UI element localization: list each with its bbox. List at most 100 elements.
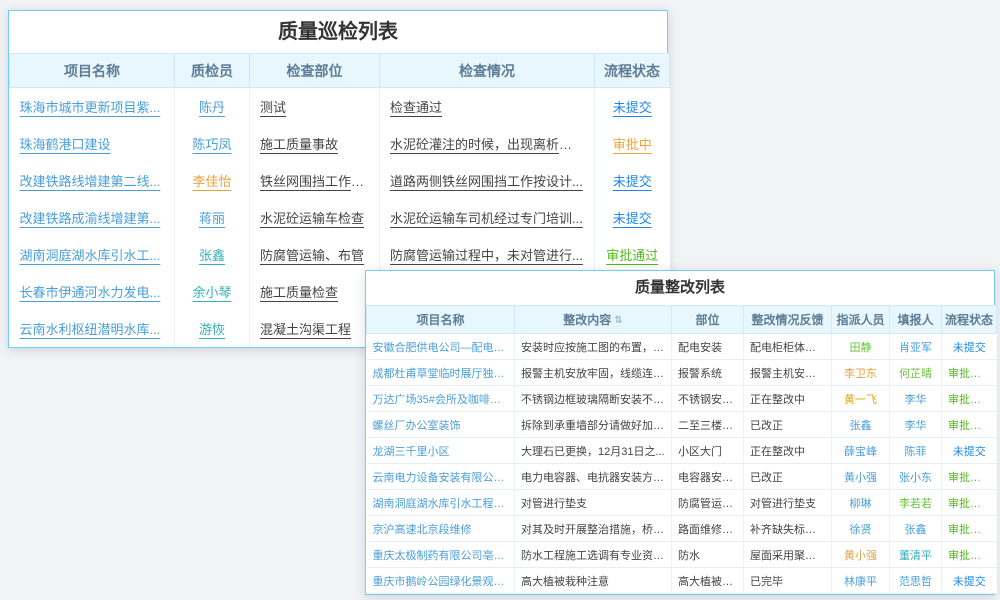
cell-part: 配电安装 bbox=[672, 334, 744, 360]
column-label: 整改情况反馈 bbox=[751, 313, 823, 327]
inspection-header-row: 项目名称质检员检查部位检查情况流程状态 bbox=[10, 54, 670, 88]
column-label: 项目名称 bbox=[64, 63, 120, 79]
cell-project[interactable]: 湖南洞庭湖水库引水工... bbox=[10, 236, 175, 273]
cell-status: 未提交 bbox=[942, 438, 997, 464]
cell-reporter[interactable]: 张小东 bbox=[890, 464, 942, 490]
table-row[interactable]: 重庆市鹅岭公园绿化景观提升...高大植被栽种注意高大植被栽种已完毕林康平范思哲未… bbox=[367, 568, 997, 594]
cell-inspector[interactable]: 张鑫 bbox=[175, 236, 250, 273]
cell-project[interactable]: 珠海鹤港口建设 bbox=[10, 125, 175, 162]
sort-icon[interactable]: ⇅ bbox=[614, 315, 622, 326]
table-row[interactable]: 龙湖三千里小区大理石已更换，12月31日之...小区大门正在整改中薛宝峰陈菲未提… bbox=[367, 438, 997, 464]
cell-reporter[interactable]: 李若若 bbox=[890, 490, 942, 516]
column-header-assignee: 指派人员 bbox=[832, 306, 890, 334]
cell-project[interactable]: 改建铁路成渝线增建第... bbox=[10, 199, 175, 236]
cell-project[interactable]: 螺丝厂办公室装饰 bbox=[367, 412, 515, 438]
column-header-content[interactable]: 整改内容⇅ bbox=[515, 306, 672, 334]
page: { "icons": { "sort": "⇅" }, "status_colo… bbox=[0, 0, 1000, 600]
cell-project[interactable]: 安徽合肥供电公司—配电设备... bbox=[367, 334, 515, 360]
column-label: 流程状态 bbox=[945, 313, 993, 327]
rectification-table-title: 质量整改列表 bbox=[366, 271, 994, 305]
cell-assignee[interactable]: 黄小强 bbox=[832, 464, 890, 490]
cell-inspector[interactable]: 游恢 bbox=[175, 310, 250, 347]
table-row[interactable]: 改建铁路线增建第二线...李佳怡铁丝网围挡工作检查道路两侧铁丝网围挡工作按设计.… bbox=[10, 162, 670, 199]
cell-reporter[interactable]: 董清平 bbox=[890, 542, 942, 568]
cell-assignee[interactable]: 徐贤 bbox=[832, 516, 890, 542]
cell-assignee[interactable]: 张鑫 bbox=[832, 412, 890, 438]
cell-status: 审批通过 bbox=[942, 412, 997, 438]
cell-reporter[interactable]: 范思哲 bbox=[890, 568, 942, 594]
cell-feedback: 配电柜柜体与... bbox=[744, 334, 832, 360]
column-header-feedback: 整改情况反馈 bbox=[744, 306, 832, 334]
cell-reporter[interactable]: 何芷晴 bbox=[890, 360, 942, 386]
cell-assignee[interactable]: 黄小强 bbox=[832, 542, 890, 568]
cell-assignee[interactable]: 林康平 bbox=[832, 568, 890, 594]
table-row[interactable]: 珠海鹤港口建设陈巧凤施工质量事故水泥砼灌注的时候，出现离析现象审批中 bbox=[10, 125, 670, 162]
table-row[interactable]: 改建铁路成渝线增建第...蒋丽水泥砼运输车检查水泥砼运输车司机经过专门培训...… bbox=[10, 199, 670, 236]
cell-project[interactable]: 长春市伊通河水力发电... bbox=[10, 273, 175, 310]
cell-project[interactable]: 龙湖三千里小区 bbox=[367, 438, 515, 464]
cell-status: 审批通过 bbox=[942, 516, 997, 542]
column-header-status: 流程状态 bbox=[942, 306, 997, 334]
cell-project[interactable]: 万达广场35#会所及咖啡厅空... bbox=[367, 386, 515, 412]
cell-situation: 水泥砼灌注的时候，出现离析现象 bbox=[380, 125, 595, 162]
cell-status: 未提交 bbox=[942, 568, 997, 594]
cell-status: 审批通过 bbox=[942, 386, 997, 412]
cell-feedback: 对管进行垫支 bbox=[744, 490, 832, 516]
cell-reporter[interactable]: 肖亚军 bbox=[890, 334, 942, 360]
table-row[interactable]: 万达广场35#会所及咖啡厅空...不锈钢边框玻璃隔断安装不牢...不锈钢安装..… bbox=[367, 386, 997, 412]
cell-project[interactable]: 云南水利枢纽潜明水库... bbox=[10, 310, 175, 347]
cell-content: 不锈钢边框玻璃隔断安装不牢... bbox=[515, 386, 672, 412]
table-row[interactable]: 安徽合肥供电公司—配电设备...安装时应按施工图的布置，将...配电安装配电柜柜… bbox=[367, 334, 997, 360]
table-row[interactable]: 重庆太极制药有限公司亳州市...防水工程施工选调有专业资质...防水屋面采用聚氨… bbox=[367, 542, 997, 568]
table-row[interactable]: 螺丝厂办公室装饰拆除到承重墙部分请做好加固...二至三楼混...已改正张鑫李华审… bbox=[367, 412, 997, 438]
cell-inspector[interactable]: 余小琴 bbox=[175, 273, 250, 310]
column-label: 检查部位 bbox=[287, 63, 343, 79]
cell-project[interactable]: 重庆太极制药有限公司亳州市... bbox=[367, 542, 515, 568]
cell-project[interactable]: 珠海市城市更新项目紫... bbox=[10, 88, 175, 125]
cell-feedback: 补齐缺失标志... bbox=[744, 516, 832, 542]
cell-project[interactable]: 湖南洞庭湖水库引水工程施工I标 bbox=[367, 490, 515, 516]
cell-project[interactable]: 云南电力设备安装有限公司20... bbox=[367, 464, 515, 490]
cell-reporter[interactable]: 陈菲 bbox=[890, 438, 942, 464]
cell-reporter[interactable]: 李华 bbox=[890, 412, 942, 438]
cell-part: 施工质量检查 bbox=[250, 273, 380, 310]
column-label: 部位 bbox=[695, 313, 719, 327]
column-label: 指派人员 bbox=[836, 313, 884, 327]
cell-reporter[interactable]: 张鑫 bbox=[890, 516, 942, 542]
cell-assignee[interactable]: 田静 bbox=[832, 334, 890, 360]
cell-feedback: 已改正 bbox=[744, 412, 832, 438]
cell-feedback: 屋面采用聚氨... bbox=[744, 542, 832, 568]
cell-situation: 水泥砼运输车司机经过专门培训... bbox=[380, 199, 595, 236]
table-row[interactable]: 湖南洞庭湖水库引水工...张鑫防腐管运输、布管防腐管运输过程中，未对管进行...… bbox=[10, 236, 670, 273]
cell-content: 大理石已更换，12月31日之... bbox=[515, 438, 672, 464]
table-row[interactable]: 云南电力设备安装有限公司20...电力电容器、电抗器安装方案,...电容器安装.… bbox=[367, 464, 997, 490]
cell-part: 测试 bbox=[250, 88, 380, 125]
cell-status: 审批通过 bbox=[942, 490, 997, 516]
cell-assignee[interactable]: 柳琳 bbox=[832, 490, 890, 516]
cell-inspector[interactable]: 陈巧凤 bbox=[175, 125, 250, 162]
cell-inspector[interactable]: 蒋丽 bbox=[175, 199, 250, 236]
cell-project[interactable]: 京沪高速北京段维修 bbox=[367, 516, 515, 542]
cell-assignee[interactable]: 李卫东 bbox=[832, 360, 890, 386]
cell-assignee[interactable]: 黄一飞 bbox=[832, 386, 890, 412]
cell-part: 铁丝网围挡工作检查 bbox=[250, 162, 380, 199]
cell-inspector[interactable]: 李佳怡 bbox=[175, 162, 250, 199]
cell-project[interactable]: 改建铁路线增建第二线... bbox=[10, 162, 175, 199]
cell-part: 防腐管运输、布管 bbox=[250, 236, 380, 273]
column-header-project: 项目名称 bbox=[10, 54, 175, 88]
column-header-part: 部位 bbox=[672, 306, 744, 334]
cell-assignee[interactable]: 薛宝峰 bbox=[832, 438, 890, 464]
table-row[interactable]: 珠海市城市更新项目紫...陈丹测试检查通过未提交 bbox=[10, 88, 670, 125]
cell-reporter[interactable]: 李华 bbox=[890, 386, 942, 412]
cell-status: 审批通过 bbox=[942, 542, 997, 568]
column-header-part: 检查部位 bbox=[250, 54, 380, 88]
cell-project[interactable]: 重庆市鹅岭公园绿化景观提升... bbox=[367, 568, 515, 594]
table-row[interactable]: 京沪高速北京段维修对其及时开展整治措施，桥头...路面维修检...补齐缺失标志.… bbox=[367, 516, 997, 542]
cell-part: 路面维修检... bbox=[672, 516, 744, 542]
cell-inspector[interactable]: 陈丹 bbox=[175, 88, 250, 125]
cell-content: 防水工程施工选调有专业资质... bbox=[515, 542, 672, 568]
cell-project[interactable]: 成都杜甫草堂临时展厅独立展... bbox=[367, 360, 515, 386]
column-header-project: 项目名称 bbox=[367, 306, 515, 334]
table-row[interactable]: 湖南洞庭湖水库引水工程施工I标对管进行垫支防腐管运输...对管进行垫支柳琳李若若… bbox=[367, 490, 997, 516]
table-row[interactable]: 成都杜甫草堂临时展厅独立展...报警主机安放牢固，线缆连接...报警系统报警主机… bbox=[367, 360, 997, 386]
